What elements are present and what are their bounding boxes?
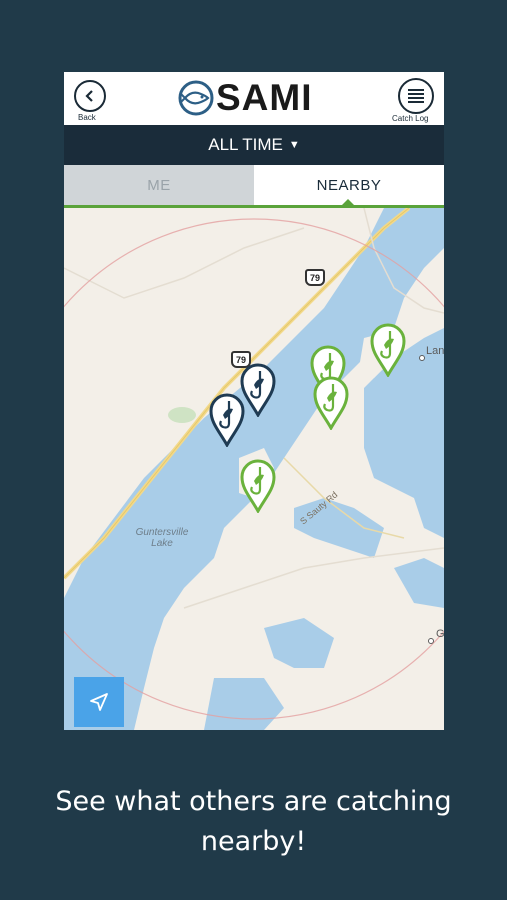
back-button[interactable] bbox=[74, 80, 106, 112]
fish-hook-pin-icon[interactable] bbox=[370, 323, 406, 377]
app-header: Back SAMI Catch Log bbox=[64, 72, 444, 125]
caption-line-2: nearby! bbox=[200, 826, 307, 857]
locate-me-button[interactable] bbox=[74, 677, 124, 727]
app-screen: Back SAMI Catch Log ALL TIME ▼ ME NEARBY… bbox=[64, 72, 444, 730]
logo-text: SAMI bbox=[216, 77, 313, 118]
town-label-lan: Lan bbox=[426, 345, 444, 357]
caption-line-1: See what others are catching bbox=[55, 786, 452, 817]
fish-hook-pin-icon[interactable] bbox=[209, 393, 245, 447]
back-label: Back bbox=[78, 113, 96, 122]
fish-hook-pin-icon[interactable] bbox=[240, 459, 276, 513]
highway-shield-79: 79 bbox=[305, 269, 325, 286]
fish-logo-icon bbox=[178, 80, 214, 116]
catch-log-button[interactable] bbox=[398, 78, 434, 114]
tab-bar: ME NEARBY bbox=[64, 165, 444, 205]
lake-label: Guntersville Lake bbox=[135, 527, 189, 549]
fish-hook-pin-icon[interactable] bbox=[313, 376, 349, 430]
time-filter-label: ALL TIME bbox=[208, 135, 283, 154]
back-icon bbox=[85, 90, 93, 102]
town-label-g: G bbox=[436, 628, 444, 640]
catch-log-label: Catch Log bbox=[392, 114, 429, 123]
caret-down-icon: ▼ bbox=[288, 139, 300, 151]
tab-me[interactable]: ME bbox=[64, 165, 254, 205]
list-icon bbox=[408, 89, 424, 103]
promo-caption: See what others are catching nearby! bbox=[0, 782, 507, 862]
location-arrow-icon bbox=[90, 693, 108, 711]
sami-logo: SAMI bbox=[178, 77, 313, 118]
fish-hook-pin-icon[interactable] bbox=[240, 363, 276, 417]
map-view[interactable]: 79 79 Guntersville Lake S Sauty Rd Lan G bbox=[64, 208, 444, 730]
time-filter-dropdown[interactable]: ALL TIME ▼ bbox=[64, 125, 444, 165]
